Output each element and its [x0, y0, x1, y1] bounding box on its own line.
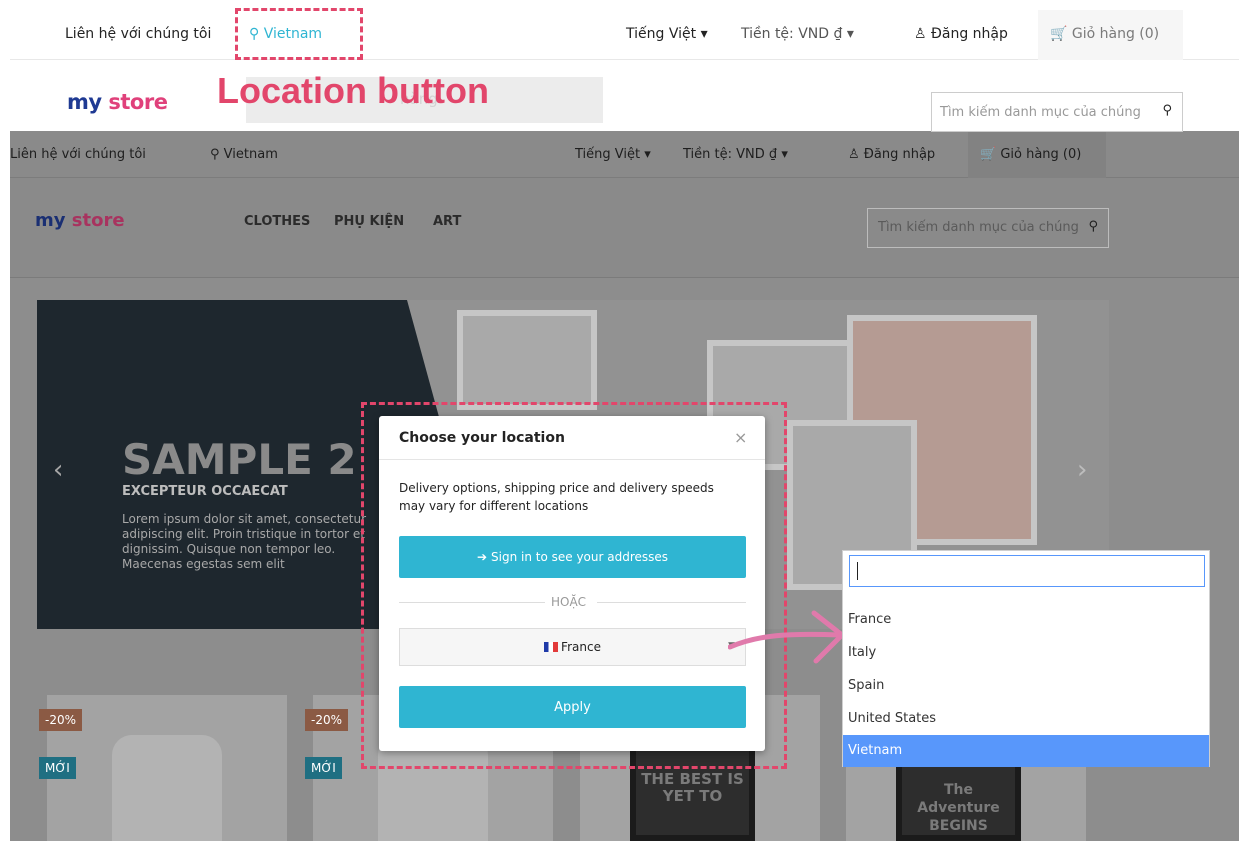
bg-logo-store: store	[71, 210, 125, 231]
login-link[interactable]: ♙ Đăng nhập	[914, 26, 1008, 42]
contact-link[interactable]: Liên hệ với chúng tôi	[65, 26, 211, 42]
bg-map-pin-icon: ⚲	[210, 147, 220, 162]
background-header: my store CLOTHES PHỤ KIỆN ART Tìm kiếm d…	[10, 178, 1239, 278]
slide-next-icon[interactable]: ›	[1077, 455, 1087, 485]
country-select[interactable]: France ▼	[399, 628, 746, 666]
dropdown-option-united-states[interactable]: United States	[843, 703, 1209, 735]
or-divider-left	[399, 602, 545, 603]
language-dropdown[interactable]: Tiếng Việt ▾	[626, 26, 708, 42]
bg-menu-art[interactable]: ART	[433, 214, 461, 229]
bg-cart-icon: 🛒	[980, 147, 997, 162]
bg-location-link[interactable]: ⚲ Vietnam	[210, 147, 278, 162]
bg-search-input[interactable]: Tìm kiếm danh mục của chúng ⚲	[867, 208, 1109, 248]
slide-text: Lorem ipsum dolor sit amet, consectetur …	[122, 512, 367, 571]
bg-location-label: Vietnam	[223, 147, 278, 162]
location-modal: Choose your location × Delivery options,…	[379, 416, 765, 751]
slide-frame	[457, 310, 597, 410]
bg-user-icon: ♙	[848, 147, 860, 162]
dropdown-option-vietnam[interactable]: Vietnam	[843, 735, 1209, 767]
search-placeholder: Tìm kiếm danh mục của chúng	[940, 105, 1141, 120]
dropdown-option-italy[interactable]: Italy	[843, 637, 1209, 669]
dropdown-option-france[interactable]: France	[843, 604, 1209, 636]
bg-login-link[interactable]: ♙ Đăng nhập	[848, 147, 935, 162]
bg-search-icon[interactable]: ⚲	[1088, 219, 1098, 234]
login-label: Đăng nhập	[931, 26, 1008, 42]
bg-cart-link[interactable]: 🛒 Giỏ hàng (0)	[968, 131, 1106, 178]
discount-badge: -20%	[305, 709, 349, 731]
modal-description: Delivery options, shipping price and del…	[399, 481, 714, 513]
text-caret	[857, 562, 858, 580]
bg-language-dropdown[interactable]: Tiếng Việt ▾	[575, 147, 651, 162]
new-badge: MỚI	[305, 757, 342, 779]
tshirt-image	[112, 735, 222, 841]
discount-badge: -20%	[39, 709, 83, 731]
france-flag-icon	[544, 642, 559, 652]
caret-icon: ▾	[700, 26, 708, 42]
close-icon[interactable]: ×	[734, 428, 747, 447]
search-icon[interactable]: ⚲	[1162, 103, 1172, 118]
annotation-label: Location button	[217, 70, 489, 111]
arrow-shaft	[728, 631, 843, 650]
bg-menu-accessories[interactable]: PHỤ KIỆN	[334, 214, 404, 229]
language-label: Tiếng Việt	[626, 26, 697, 42]
bg-search-placeholder: Tìm kiếm danh mục của chúng	[878, 220, 1079, 235]
annotation-arrow	[728, 610, 845, 664]
bg-logo[interactable]: my store	[35, 210, 125, 231]
slide-subtitle: EXCEPTEUR OCCAECAT	[122, 484, 288, 499]
bg-contact-link[interactable]: Liên hệ với chúng tôi	[10, 147, 146, 162]
country-dropdown: France Italy Spain United States Vietnam	[842, 550, 1210, 767]
signin-button[interactable]: ➔ Sign in to see your addresses	[399, 536, 746, 578]
currency-dropdown[interactable]: Tiền tệ: VND ₫ ▾	[741, 26, 854, 42]
bg-language-label: Tiếng Việt	[575, 147, 641, 162]
caret-icon: ▾	[846, 26, 854, 42]
bg-menu-clothes[interactable]: CLOTHES	[244, 214, 310, 229]
user-icon: ♙	[914, 26, 927, 42]
dropdown-search-input[interactable]	[849, 555, 1205, 587]
store-logo[interactable]: my store	[67, 90, 168, 114]
cart-link[interactable]: 🛒 Giỏ hàng (0)	[1038, 10, 1183, 60]
bg-login-label: Đăng nhập	[863, 147, 936, 162]
screenshot-stage: Liên hệ với chúng tôi ⚲ Vietnam Tiếng Vi…	[0, 0, 1239, 841]
bg-currency-dropdown[interactable]: Tiền tệ: VND ₫ ▾	[683, 147, 788, 162]
background-topbar: Liên hệ với chúng tôi ⚲ Vietnam Tiếng Vi…	[10, 131, 1239, 178]
bg-caret-icon: ▾	[781, 147, 788, 162]
modal-title: Choose your location	[399, 430, 565, 446]
bg-logo-my: my	[35, 210, 66, 231]
apply-button[interactable]: Apply	[399, 686, 746, 728]
currency-label: Tiền tệ: VND ₫	[741, 26, 843, 42]
logo-my: my	[67, 90, 102, 114]
country-select-value: France	[561, 640, 601, 654]
dropdown-option-spain[interactable]: Spain	[843, 670, 1209, 702]
or-text: HOẶC	[551, 595, 587, 609]
slide-title: SAMPLE 2	[122, 435, 357, 484]
bg-caret-icon: ▾	[644, 147, 651, 162]
annotation-location-box	[235, 8, 363, 60]
new-badge: MỚI	[39, 757, 76, 779]
cart-icon: 🛒	[1050, 26, 1068, 42]
signin-icon: ➔	[476, 550, 488, 564]
logo-store: store	[108, 90, 168, 114]
or-divider-right	[597, 602, 746, 603]
modal-divider	[379, 459, 765, 460]
product-card[interactable]: -20% MỚI	[39, 695, 287, 841]
topbar: Liên hệ với chúng tôi ⚲ Vietnam Tiếng Vi…	[10, 0, 1239, 60]
bg-currency-label: Tiền tệ: VND ₫	[683, 147, 778, 162]
cart-label: Giỏ hàng (0)	[1071, 26, 1160, 42]
slide-prev-icon[interactable]: ‹	[53, 455, 63, 485]
bg-cart-label: Giỏ hàng (0)	[1000, 147, 1082, 162]
search-input[interactable]: Tìm kiếm danh mục của chúng ⚲	[931, 92, 1183, 132]
signin-label: Sign in to see your addresses	[491, 550, 669, 564]
